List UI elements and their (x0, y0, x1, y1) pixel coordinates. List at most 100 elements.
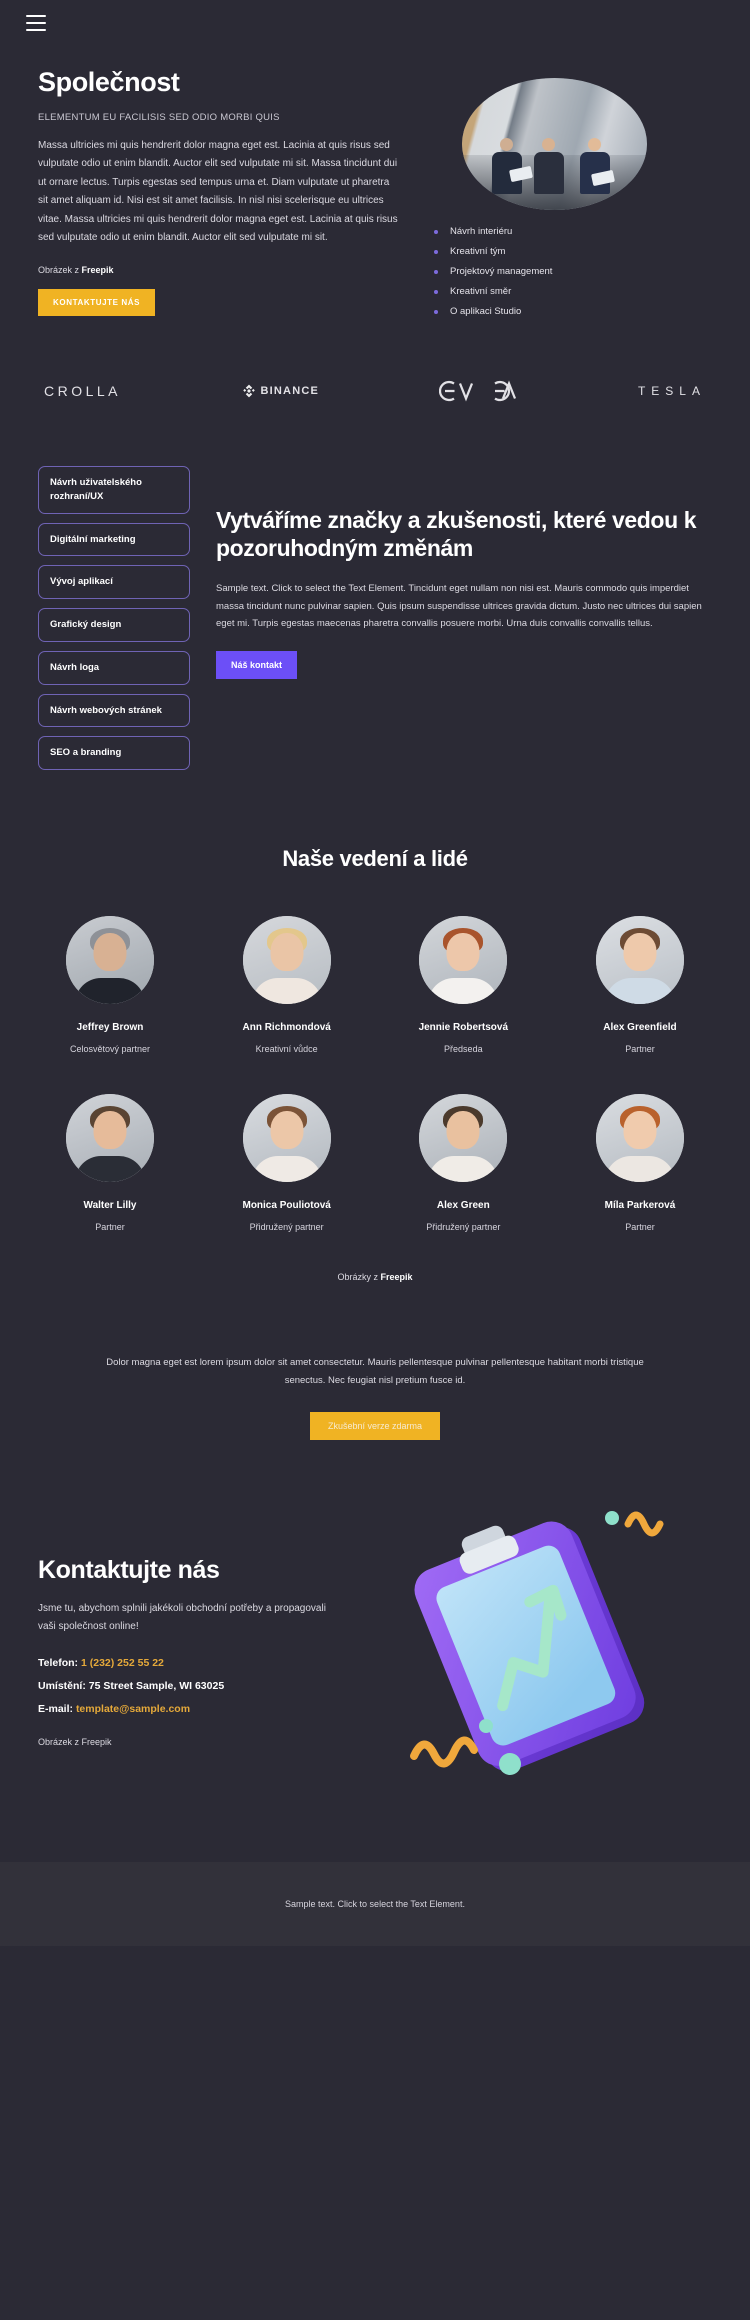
burger-line (26, 15, 46, 17)
avatar (419, 916, 508, 1005)
services-body-text: Sample text. Click to select the Text El… (216, 583, 702, 630)
team-member-card[interactable]: Alex Green Přidružený partner (383, 1094, 543, 1232)
team-member-card[interactable]: Jennie Robertsová Předseda (383, 916, 543, 1054)
free-trial-button[interactable]: Zkušební verze zdarma (309, 1412, 441, 1441)
contact-phone-row: Telefon: 1 (232) 252 55 22 (38, 1657, 378, 1669)
avatar (419, 1094, 508, 1183)
about-eyebrow: ELEMENTUM EU FACILISIS SED ODIO MORBI QU… (38, 111, 280, 123)
team-member-name: Jennie Robertsová (418, 1022, 509, 1034)
team-member-role: Partner (625, 1044, 655, 1055)
team-member-name: Monica Pouliotová (242, 1200, 331, 1212)
feature-list-item[interactable]: Návrh interiéru (434, 226, 690, 237)
feature-list-item[interactable]: Kreativní směr (434, 286, 690, 297)
team-member-card[interactable]: Ann Richmondová Kreativní vůdce (207, 916, 367, 1054)
cta-section: Dolor magna eget est lorem ipsum dolor s… (0, 1282, 750, 1441)
contact-phone-label: Telefon: (38, 1657, 79, 1670)
cta-text: Dolor magna eget est lorem ipsum dolor s… (106, 1357, 644, 1387)
hamburger-menu-icon[interactable] (26, 15, 46, 31)
team-member-card[interactable]: Monica Pouliotová Přidružený partner (207, 1094, 367, 1232)
team-member-name: Walter Lilly (83, 1200, 137, 1212)
services-content: Vytváříme značky a zkušenosti, které ved… (216, 458, 712, 770)
logo-binance-text: BINANCE (260, 385, 320, 397)
avatar (595, 916, 684, 1005)
contact-location-value: 75 Street Sample, WI 63025 (88, 1680, 225, 1693)
contact-email-value[interactable]: template@sample.com (76, 1703, 190, 1715)
team-member-role: Předseda (444, 1044, 483, 1055)
credit-source: Freepik (81, 264, 114, 275)
credit-source: Freepik (380, 1272, 413, 1283)
logo-binance: BINANCE (242, 384, 320, 398)
team-member-role: Přidružený partner (426, 1222, 501, 1233)
feature-list-item[interactable]: O aplikaci Studio (434, 306, 690, 317)
contact-us-button[interactable]: KONTAKTUJTE NÁS (38, 288, 156, 316)
service-chip-digital-marketing[interactable]: Digitální marketing (38, 522, 190, 557)
feature-list-item[interactable]: Projektový management (434, 266, 690, 277)
service-chip-logo-design[interactable]: Návrh loga (38, 650, 190, 685)
team-member-card[interactable]: Walter Lilly Partner (30, 1094, 190, 1232)
services-heading: Vytváříme značky a zkušenosti, které ved… (216, 507, 697, 562)
avatar (242, 1094, 331, 1183)
about-image-credit: Obrázek z Freepik (38, 265, 398, 275)
contact-email-label: E-mail: (38, 1703, 74, 1716)
team-member-role: Partner (625, 1222, 655, 1233)
logo-evga (439, 378, 517, 404)
team-member-role: Partner (95, 1222, 125, 1233)
team-member-role: Kreativní vůdce (255, 1044, 318, 1055)
team-member-card[interactable]: Míla Parkerová Partner (560, 1094, 720, 1232)
site-footer: Sample text. Click to select the Text El… (0, 1862, 750, 1947)
logo-tesla: TESLA (638, 384, 706, 398)
team-member-role: Celosvětový partner (69, 1044, 151, 1055)
contact-details: Kontaktujte nás Jsme tu, abychom splnili… (38, 1522, 378, 1822)
team-row-1: Jeffrey Brown Celosvětový partner Ann Ri… (30, 916, 720, 1054)
office-meeting-photo (461, 78, 647, 210)
about-feature-list: Návrh interiéru Kreativní tým Projektový… (418, 226, 690, 317)
team-member-card[interactable]: Jeffrey Brown Celosvětový partner (30, 916, 190, 1054)
team-member-name: Jeffrey Brown (76, 1022, 144, 1034)
person-figure (491, 138, 522, 195)
about-text-column: Společnost ELEMENTUM EU FACILISIS SED OD… (38, 67, 398, 326)
team-member-role: Přidružený partner (249, 1222, 324, 1233)
service-chip-graphic-design[interactable]: Grafický design (38, 608, 190, 642)
service-chip-ui-ux[interactable]: Návrh uživatelského rozhraní/UX (38, 466, 190, 514)
logo-crolla-text: CROLLA (44, 383, 122, 399)
contact-lead-text: Jsme tu, abychom splnili jakékoli obchod… (38, 1603, 326, 1632)
contact-phone-value[interactable]: 1 (232) 252 55 22 (81, 1657, 164, 1669)
team-heading: Naše vedení a lidé (282, 846, 468, 872)
logo-tesla-text: TESLA (637, 384, 706, 398)
team-member-name: Ann Richmondová (242, 1022, 331, 1034)
credit-prefix: Obrázek z (38, 264, 82, 275)
clipboard-chart-illustration (410, 1511, 664, 1776)
burger-line (26, 22, 46, 24)
avatar (242, 916, 331, 1005)
person-figure (533, 138, 564, 195)
services-chip-list: Návrh uživatelského rozhraní/UX Digitáln… (38, 458, 190, 771)
service-chip-web-design[interactable]: Návrh webových stránek (38, 693, 190, 728)
contact-location-row: Umístění: 75 Street Sample, WI 63025 (38, 1680, 378, 1692)
page-title: Společnost (38, 67, 180, 97)
avatar (66, 1094, 154, 1183)
avatar (595, 1094, 684, 1183)
logo-crolla: CROLLA (44, 383, 121, 399)
partner-logos-row: CROLLA BINANCE TESLA (0, 326, 750, 450)
contact-location-label: Umístění: (38, 1680, 86, 1693)
team-member-name: Alex Green (436, 1200, 490, 1212)
contact-image-credit: Obrázek z Freepik (38, 1737, 112, 1748)
team-row-2: Walter Lilly Partner Monica Pouliotová P… (30, 1094, 720, 1232)
team-images-credit: Obrázky z Freepik (30, 1272, 720, 1282)
team-member-card[interactable]: Alex Greenfield Partner (560, 916, 720, 1054)
team-member-name: Míla Parkerová (604, 1200, 676, 1212)
feature-list-item[interactable]: Kreativní tým (434, 246, 690, 257)
service-chip-seo-branding[interactable]: SEO a branding (38, 736, 190, 771)
service-chip-app-development[interactable]: Vývoj aplikací (38, 565, 190, 600)
services-section: Návrh uživatelského rozhraní/UX Digitáln… (0, 450, 750, 771)
contact-illustration-column (392, 1511, 712, 1822)
binance-diamond-icon (242, 384, 255, 398)
burger-line (26, 29, 46, 31)
credit-prefix: Obrázky z (337, 1272, 381, 1283)
contact-heading: Kontaktujte nás (38, 1556, 220, 1585)
evga-wordmark-icon (439, 380, 517, 402)
about-section: Společnost ELEMENTUM EU FACILISIS SED OD… (0, 46, 750, 326)
contact-email-row: E-mail: template@sample.com (38, 1703, 378, 1715)
our-contact-button[interactable]: Náš kontakt (216, 650, 298, 679)
team-member-name: Alex Greenfield (603, 1022, 677, 1034)
